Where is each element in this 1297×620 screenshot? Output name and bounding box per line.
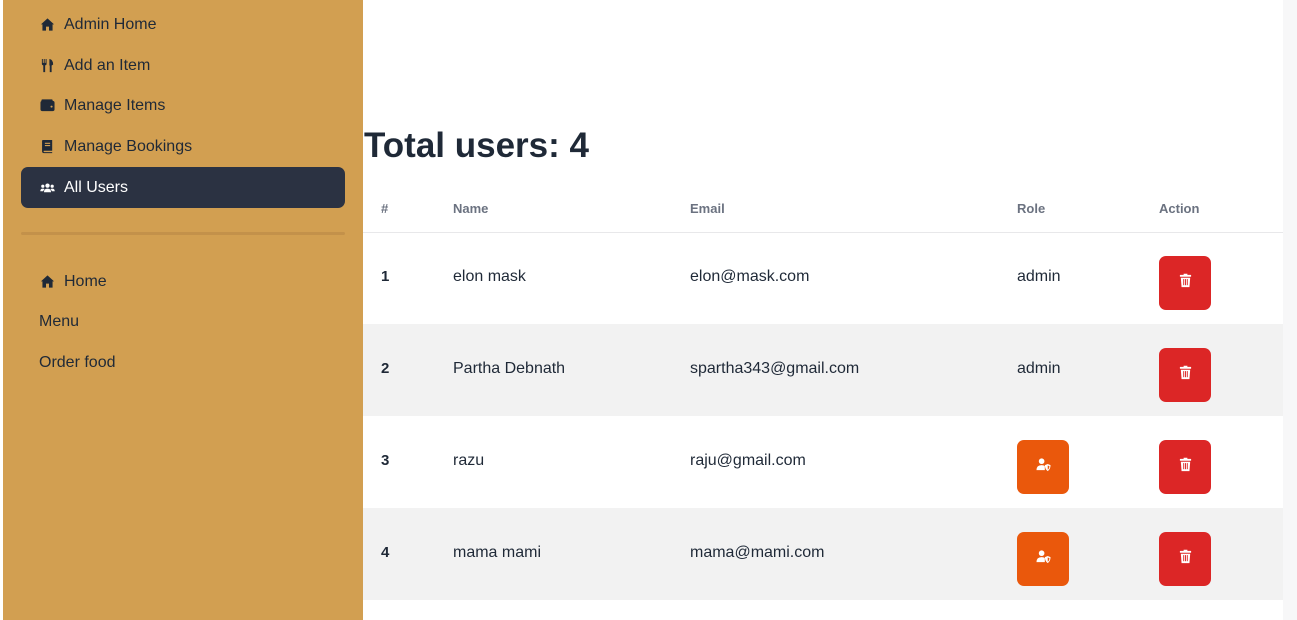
sidebar-item-home[interactable]: Home bbox=[21, 261, 345, 302]
table-row: 1 elon mask elon@mask.com admin bbox=[363, 232, 1283, 324]
user-email: mama@mami.com bbox=[690, 544, 825, 561]
sidebar-item-label: Home bbox=[64, 272, 107, 290]
table-row: 4 mama mami mama@mami.com bbox=[363, 508, 1283, 600]
book-icon bbox=[39, 139, 55, 155]
page-title: Total users: 4 bbox=[364, 126, 589, 165]
trash-icon bbox=[1178, 549, 1193, 569]
utensils-icon bbox=[39, 58, 55, 74]
page: Admin Home Add an Item Manage Items Mana… bbox=[0, 0, 1297, 620]
row-number: 1 bbox=[381, 268, 390, 285]
column-header-role: Role bbox=[1017, 201, 1046, 216]
sidebar-item-all-users[interactable]: All Users bbox=[21, 167, 345, 208]
trash-icon bbox=[1178, 457, 1193, 477]
sidebar-item-admin-home[interactable]: Admin Home bbox=[21, 4, 345, 45]
scrollbar-track[interactable] bbox=[1283, 0, 1297, 620]
user-name: Partha Debnath bbox=[453, 360, 566, 377]
user-shield-icon bbox=[1035, 457, 1051, 477]
delete-user-button[interactable] bbox=[1159, 348, 1211, 402]
sidebar-item-manage-bookings[interactable]: Manage Bookings bbox=[21, 126, 345, 167]
sidebar-item-label: Order food bbox=[39, 353, 116, 371]
row-number: 2 bbox=[381, 360, 390, 377]
make-admin-button[interactable] bbox=[1017, 532, 1069, 586]
delete-user-button[interactable] bbox=[1159, 532, 1211, 586]
sidebar-item-label: Add an Item bbox=[64, 56, 151, 74]
sidebar-item-manage-items[interactable]: Manage Items bbox=[21, 85, 345, 126]
table-row: 2 Partha Debnath spartha343@gmail.com ad… bbox=[363, 324, 1283, 416]
sidebar-item-label: Admin Home bbox=[64, 15, 157, 33]
home-icon bbox=[39, 274, 55, 290]
sidebar-item-label: Manage Items bbox=[64, 96, 166, 114]
main-content: Total users: 4 # Name Email Role Action … bbox=[363, 0, 1283, 620]
column-header-action: Action bbox=[1159, 201, 1200, 216]
user-email: raju@gmail.com bbox=[690, 452, 806, 469]
table-row: 3 razu raju@gmail.com bbox=[363, 416, 1283, 508]
sidebar-item-menu[interactable]: Menu bbox=[21, 301, 345, 342]
sidebar-item-label: All Users bbox=[64, 178, 129, 196]
row-number: 3 bbox=[381, 452, 390, 469]
users-icon bbox=[39, 180, 55, 196]
table-header: # Name Email Role Action bbox=[363, 184, 1283, 233]
user-name: mama mami bbox=[453, 544, 542, 561]
delete-user-button[interactable] bbox=[1159, 440, 1211, 494]
home-icon bbox=[39, 17, 55, 33]
sidebar-item-label: Menu bbox=[39, 312, 80, 330]
column-header-name: Name bbox=[453, 201, 489, 216]
sidebar-item-label: Manage Bookings bbox=[64, 137, 193, 155]
trash-icon bbox=[1178, 365, 1193, 385]
row-number: 4 bbox=[381, 544, 390, 561]
user-email: spartha343@gmail.com bbox=[690, 360, 860, 377]
user-name: elon mask bbox=[453, 268, 526, 285]
column-header-email: Email bbox=[690, 201, 725, 216]
user-role: admin bbox=[1017, 360, 1061, 377]
user-role: admin bbox=[1017, 268, 1061, 285]
sidebar-item-order-food[interactable]: Order food bbox=[21, 342, 345, 383]
sidebar-divider bbox=[21, 232, 345, 235]
delete-user-button[interactable] bbox=[1159, 256, 1211, 310]
sidebar: Admin Home Add an Item Manage Items Mana… bbox=[3, 0, 363, 620]
user-email: elon@mask.com bbox=[690, 268, 810, 285]
user-name: razu bbox=[453, 452, 485, 469]
sidebar-item-add-an-item[interactable]: Add an Item bbox=[21, 45, 345, 86]
column-header-number: # bbox=[381, 201, 389, 216]
make-admin-button[interactable] bbox=[1017, 440, 1069, 494]
user-shield-icon bbox=[1035, 549, 1051, 569]
wallet-icon bbox=[39, 98, 55, 114]
trash-icon bbox=[1178, 273, 1193, 293]
